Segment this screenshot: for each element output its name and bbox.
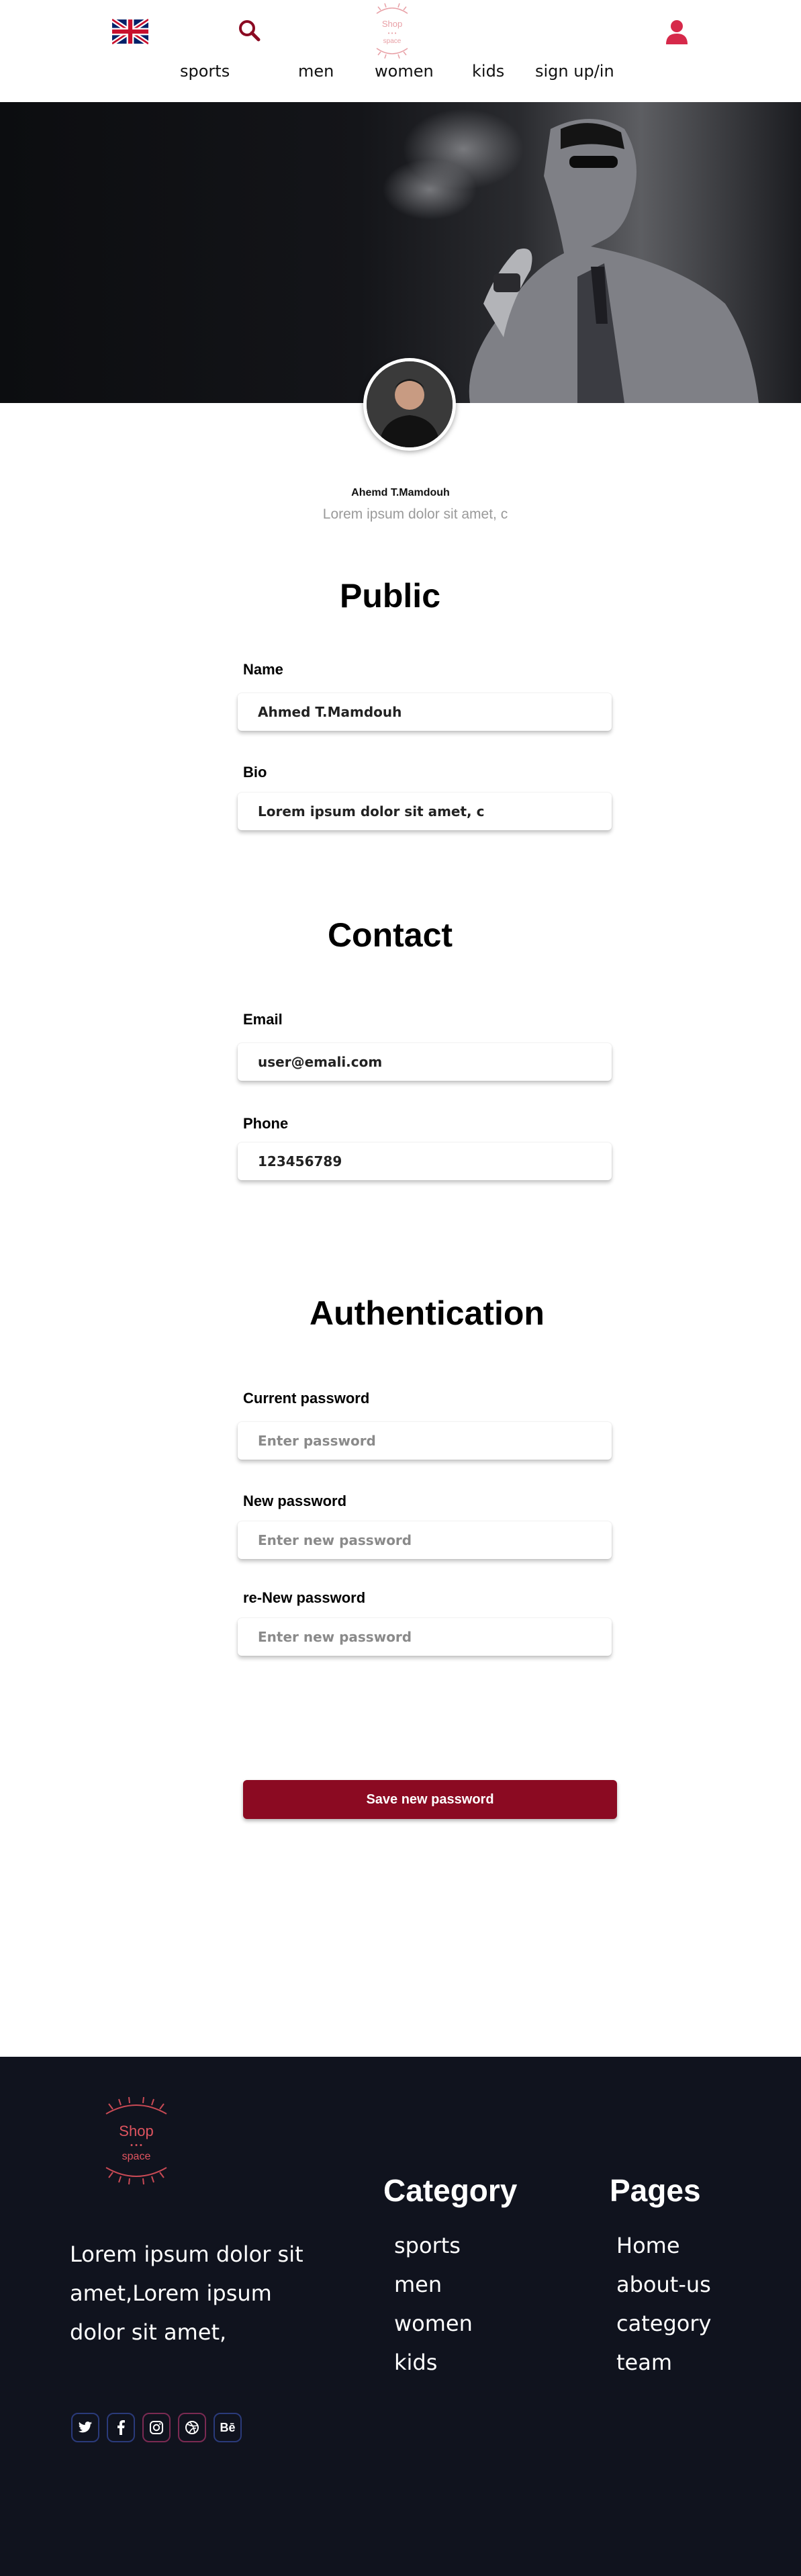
logo-word-2: space <box>383 38 402 45</box>
save-new-password-button[interactable]: Save new password <box>243 1780 617 1819</box>
renew-password-input[interactable] <box>238 1618 612 1656</box>
bio-label: Bio <box>243 764 267 781</box>
footer-category-men[interactable]: men <box>394 2272 442 2297</box>
contact-section-title: Contact <box>327 916 453 954</box>
new-password-input[interactable] <box>238 1521 612 1559</box>
new-password-label: New password <box>243 1493 347 1509</box>
current-password-input[interactable] <box>238 1422 612 1460</box>
profile-avatar[interactable] <box>363 358 456 451</box>
logo-word-1: Shop <box>382 19 402 29</box>
footer-category-heading: Category <box>383 2173 518 2208</box>
footer-about-text: Lorem ipsum dolor sit amet,Lorem ipsum d… <box>70 2241 303 2345</box>
user-icon[interactable] <box>665 19 689 46</box>
search-icon[interactable] <box>236 17 263 44</box>
footer-page-team[interactable]: team <box>616 2350 672 2375</box>
facebook-icon[interactable] <box>107 2413 135 2442</box>
footer-logo[interactable]: Shop • • • space <box>93 2087 180 2188</box>
behance-icon-text: Bē <box>220 2420 236 2434</box>
name-input[interactable] <box>238 693 612 731</box>
site-header: Shop • • • space sports men women kids s… <box>0 0 801 102</box>
nav-sports[interactable]: sports <box>180 62 230 82</box>
footer-page-category[interactable]: category <box>616 2311 711 2336</box>
cover-image <box>0 102 801 403</box>
footer-page-about-us[interactable]: about-us <box>616 2272 711 2297</box>
uk-flag-icon[interactable] <box>111 17 150 46</box>
email-input[interactable] <box>238 1043 612 1081</box>
authentication-section-title: Authentication <box>310 1294 545 1332</box>
phone-label: Phone <box>243 1115 289 1132</box>
nav-women[interactable]: women <box>375 62 434 82</box>
shop-logo[interactable]: Shop • • • space <box>369 0 416 59</box>
footer-category-sports[interactable]: sports <box>394 2233 461 2258</box>
footer-logo-word-1: Shop <box>119 2123 153 2139</box>
bio-input[interactable] <box>238 793 612 830</box>
dribbble-icon[interactable] <box>178 2413 206 2442</box>
svg-text:• • •: • • • <box>130 2141 142 2149</box>
nav-kids[interactable]: kids <box>472 62 504 82</box>
email-label: Email <box>243 1011 283 1028</box>
twitter-icon[interactable] <box>71 2413 99 2442</box>
svg-text:• • •: • • • <box>388 30 397 36</box>
profile-name: Ahemd T.Mamdouh <box>351 487 450 498</box>
nav-sign-up-in[interactable]: sign up/in <box>535 62 614 82</box>
phone-input[interactable] <box>238 1143 612 1180</box>
nav-men[interactable]: men <box>298 62 334 82</box>
public-section-title: Public <box>339 577 441 615</box>
footer-category-women[interactable]: women <box>394 2311 473 2336</box>
site-footer: Shop • • • space Lorem ipsum dolor sit a… <box>0 2057 801 2576</box>
profile-bio: Lorem ipsum dolor sit amet, c <box>322 506 508 522</box>
footer-pages-heading: Pages <box>610 2173 701 2208</box>
footer-logo-word-2: space <box>122 2151 151 2162</box>
instagram-icon[interactable] <box>142 2413 171 2442</box>
behance-icon[interactable]: Bē <box>214 2413 242 2442</box>
name-label: Name <box>243 661 283 678</box>
footer-category-kids[interactable]: kids <box>394 2350 437 2375</box>
footer-page-home[interactable]: Home <box>616 2233 680 2258</box>
current-password-label: Current password <box>243 1390 370 1407</box>
renew-password-label: re-New password <box>243 1589 366 1606</box>
